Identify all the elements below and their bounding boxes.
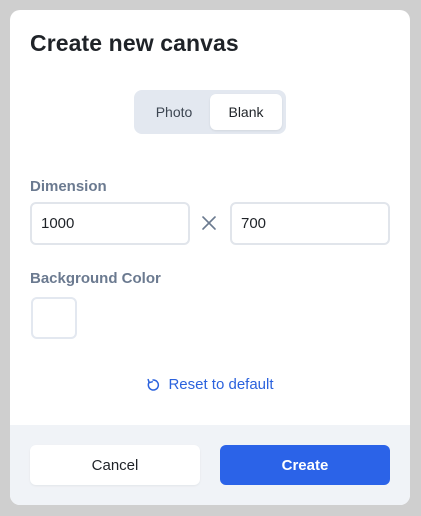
reset-label: Reset to default <box>168 376 274 393</box>
create-canvas-dialog: Create new canvas Photo Blank Dimension … <box>10 10 410 505</box>
create-button[interactable]: Create <box>220 445 390 485</box>
dialog-footer: Cancel Create <box>10 425 410 505</box>
canvas-type-toggle: Photo Blank <box>134 90 286 134</box>
times-icon <box>202 216 216 230</box>
reset-icon <box>147 378 160 391</box>
height-input[interactable] <box>230 202 390 245</box>
tab-photo[interactable]: Photo <box>138 94 210 130</box>
dimension-label: Dimension <box>30 178 107 195</box>
background-color-label: Background Color <box>30 270 161 287</box>
cancel-button[interactable]: Cancel <box>30 445 200 485</box>
width-input[interactable] <box>30 202 190 245</box>
dialog-title: Create new canvas <box>30 30 239 56</box>
background-color-swatch[interactable] <box>31 297 77 339</box>
reset-to-default-link[interactable]: Reset to default <box>10 376 410 393</box>
tab-blank[interactable]: Blank <box>210 94 282 130</box>
